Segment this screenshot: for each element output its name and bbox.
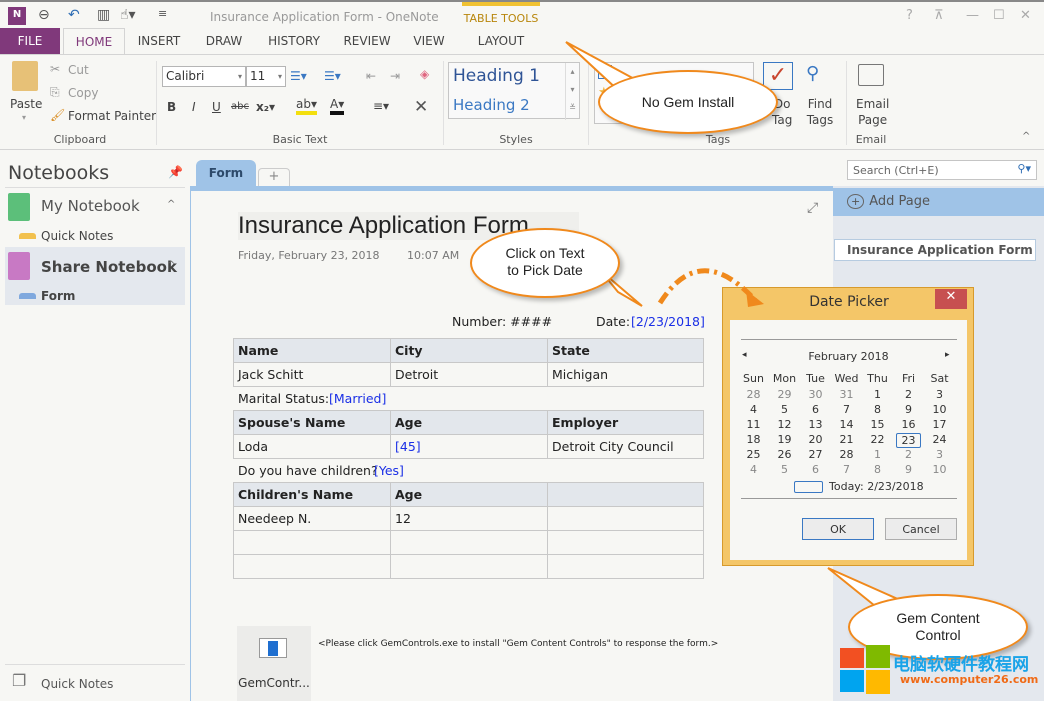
logo-tile-red bbox=[840, 648, 864, 668]
callout-line: Control bbox=[915, 627, 961, 643]
watermark-url: www.computer26.com bbox=[900, 673, 1039, 686]
logo-tile-yellow bbox=[866, 670, 890, 694]
watermark-text: 电脑软硬件教程网 bbox=[893, 655, 1029, 675]
callout-pick-date: Click on Text to Pick Date bbox=[470, 228, 620, 298]
callout-line: to Pick Date bbox=[507, 262, 583, 278]
logo-tile-green bbox=[866, 645, 890, 668]
callout-line: Gem Content bbox=[896, 610, 980, 626]
callout-line: Click on Text bbox=[505, 245, 585, 261]
annotation-arrows bbox=[565, 41, 903, 612]
logo-tile-blue bbox=[840, 670, 864, 692]
arrow-head-icon bbox=[746, 290, 764, 307]
callout-no-gem-install: No Gem Install bbox=[598, 70, 778, 134]
dashed-arrow bbox=[657, 268, 757, 305]
